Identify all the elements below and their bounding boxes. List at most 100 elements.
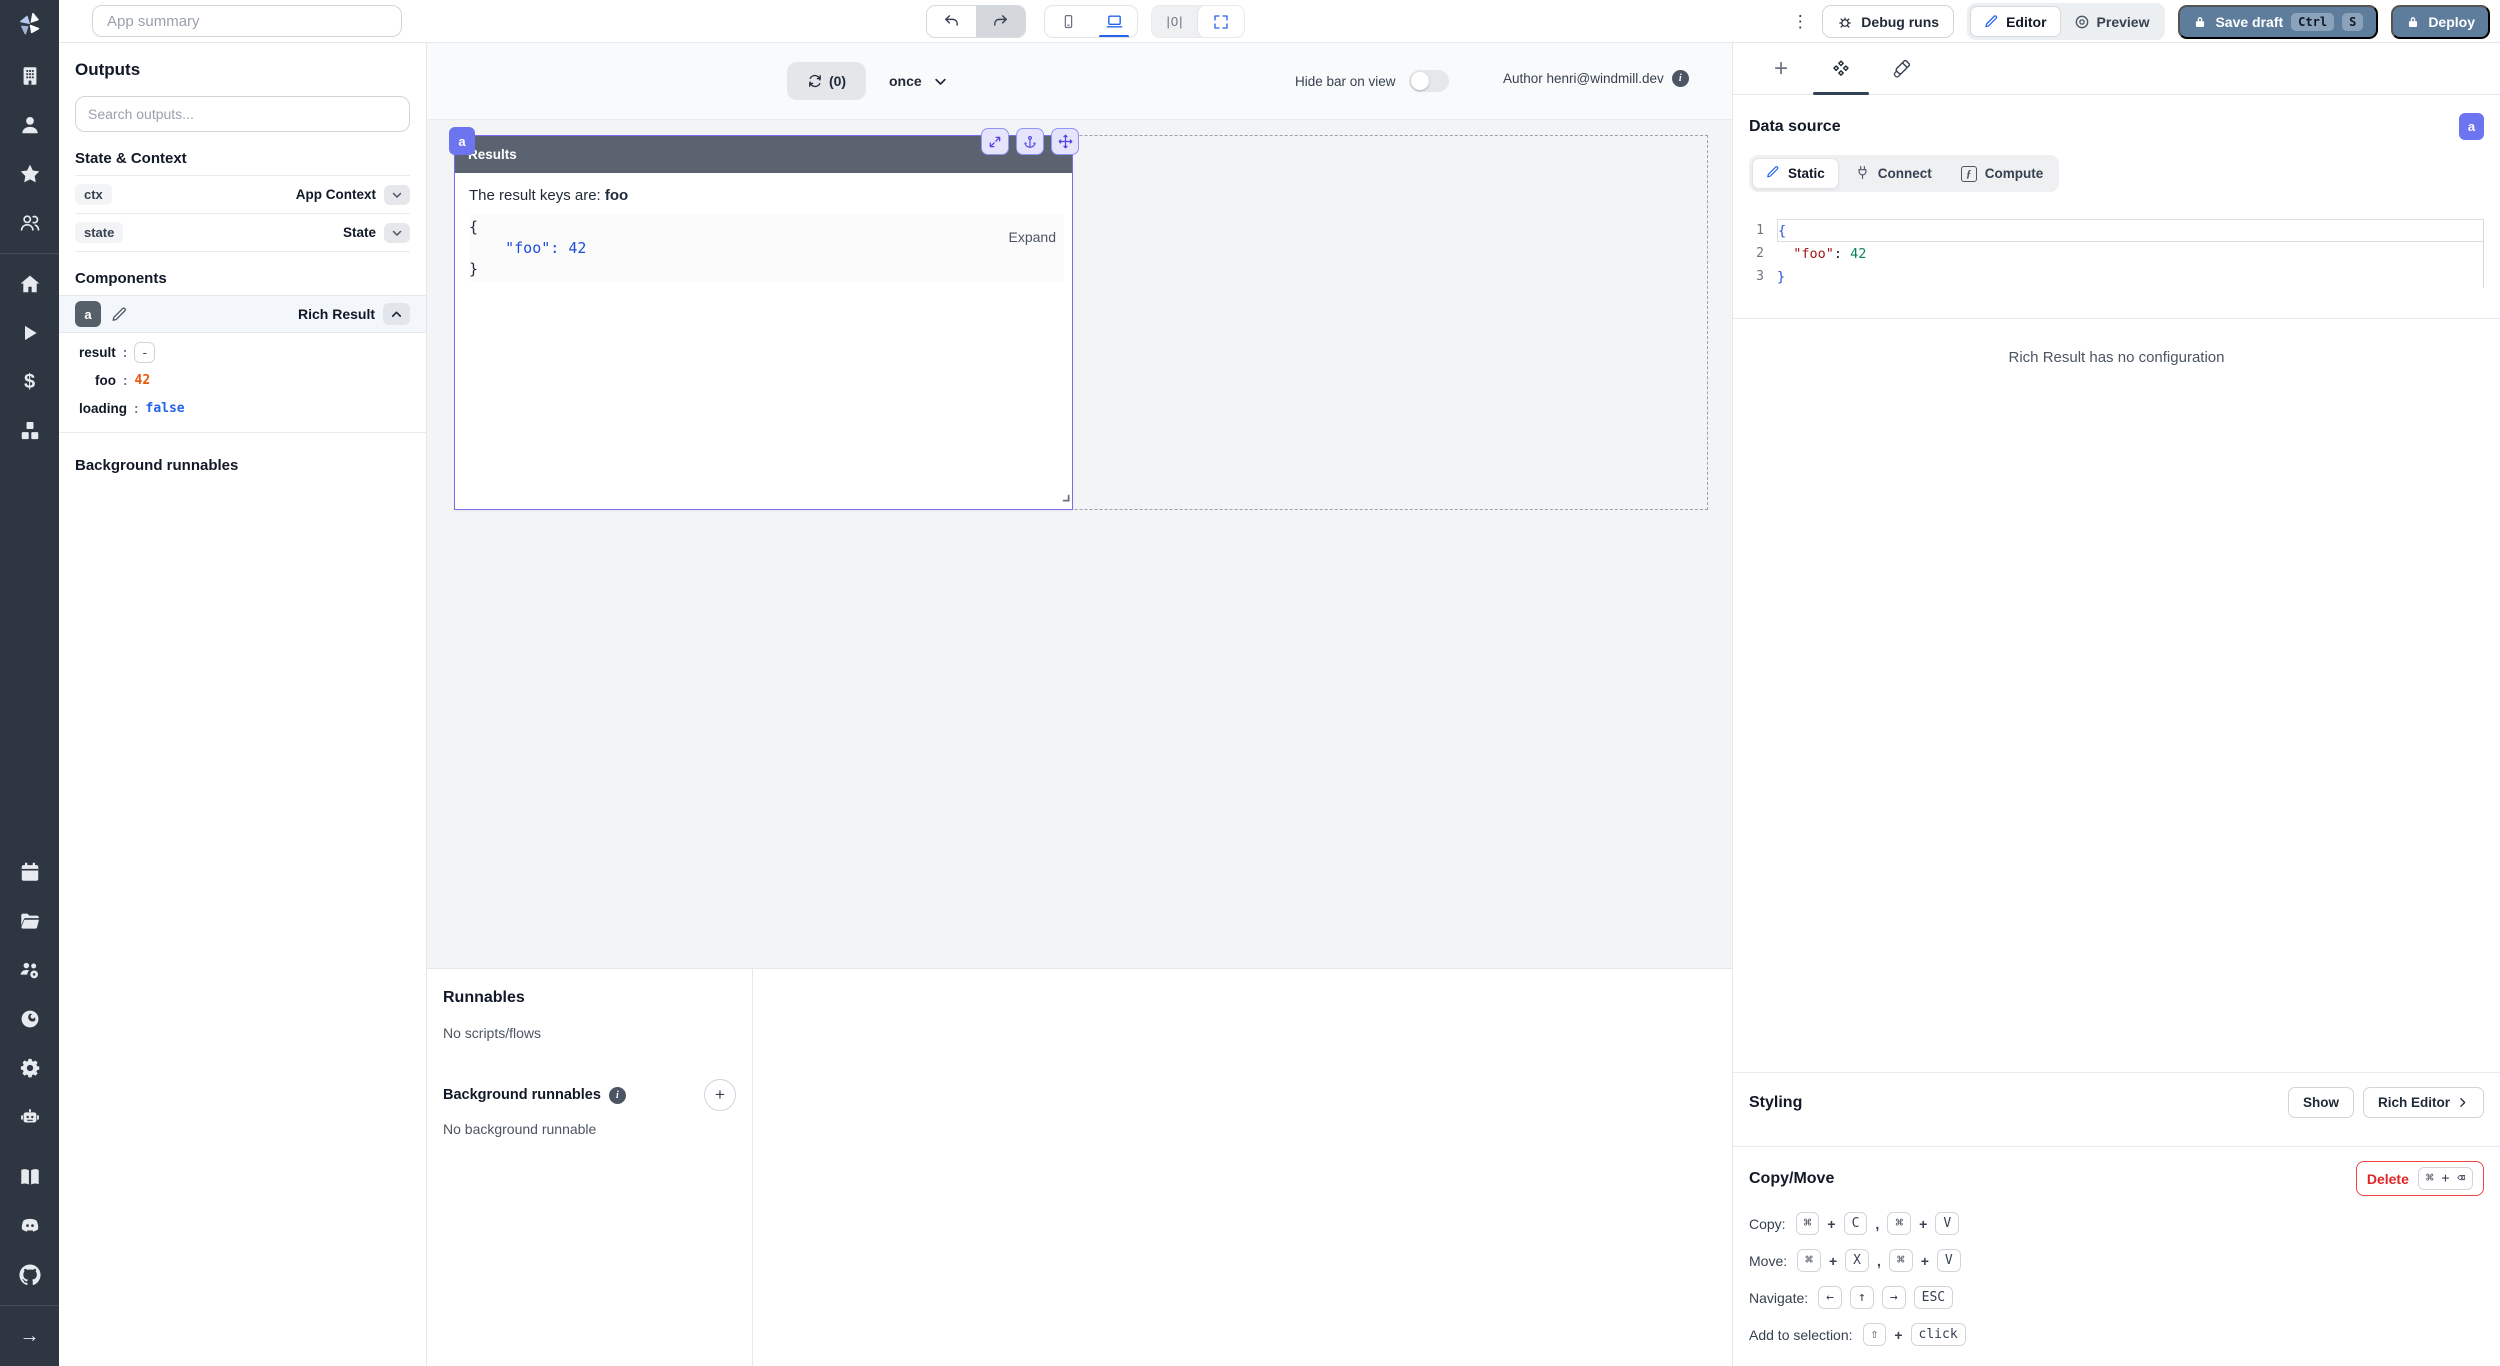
tree-row-foo[interactable]: foo:42 — [79, 366, 410, 394]
tab-editor[interactable]: Editor — [1970, 6, 2060, 37]
deploy-button[interactable]: Deploy — [2391, 5, 2490, 39]
sidebar-folders-folder-icon[interactable] — [17, 908, 43, 934]
collapse-node-button[interactable]: - — [134, 342, 155, 363]
anchor-component-button[interactable] — [1016, 128, 1044, 155]
sidebar-audit-logs-eye-icon[interactable] — [17, 1006, 43, 1032]
result-card-header[interactable]: Results — [455, 136, 1072, 173]
rail-group-0 — [0, 46, 59, 253]
expand-context-button[interactable] — [384, 223, 410, 243]
plus-icon: + — [1774, 57, 1788, 81]
kbd-key: ⌘ — [1889, 1249, 1913, 1272]
runnables-title: Runnables — [443, 989, 736, 1007]
copy-move-section: Copy/Move Delete ⌘ + ⌫ Copy:⌘+C,⌘+VMove:… — [1733, 1146, 2500, 1366]
rich-result-component[interactable]: a Results The result keys are: — [454, 135, 1073, 510]
app-summary-input[interactable] — [92, 5, 402, 37]
more-menu-button[interactable]: ⋮ — [1791, 12, 1809, 32]
run-mode-dropdown[interactable]: once — [889, 62, 948, 100]
line-content: { — [1777, 219, 2484, 242]
reset-position-button[interactable]: |0| — [1152, 5, 1198, 38]
sidebar-schedules-calendar-icon[interactable] — [17, 859, 43, 885]
editor-line-3[interactable]: 3} — [1749, 265, 2484, 288]
expand-component-button[interactable] — [981, 128, 1009, 155]
hide-bar-toggle[interactable] — [1409, 70, 1449, 92]
editor-scrollbar[interactable] — [2483, 219, 2484, 288]
sidebar-favorites-star-icon[interactable] — [17, 161, 43, 187]
sidebar-workers-worker-group-icon[interactable] — [17, 957, 43, 983]
sidebar-discord-discord-icon[interactable] — [17, 1213, 43, 1239]
collapse-component-button[interactable] — [383, 303, 410, 325]
sidebar-runs-play-icon[interactable] — [17, 320, 43, 346]
rename-pencil-icon[interactable] — [111, 306, 128, 323]
canvas-grid[interactable]: a Results The result keys are: — [427, 120, 1732, 968]
tree-value: 42 — [135, 373, 151, 388]
fit-view-button[interactable] — [1198, 5, 1244, 38]
kbd-key: X — [1845, 1249, 1869, 1272]
deploy-label: Deploy — [2428, 14, 2475, 30]
kbd-key: ⇧ — [1863, 1323, 1887, 1346]
paintbrush-icon — [1892, 59, 1911, 78]
sidebar-workspace-building-icon[interactable] — [17, 63, 43, 89]
background-runnables-empty-text: No background runnable — [443, 1121, 736, 1137]
desktop-view-button[interactable] — [1091, 5, 1137, 38]
debug-runs-button[interactable]: Debug runs — [1822, 5, 1954, 38]
expand-context-button[interactable] — [384, 185, 410, 205]
sidebar-usage-dollar-icon[interactable]: $ — [17, 369, 43, 395]
info-icon[interactable]: i — [609, 1087, 626, 1104]
top-header-bar: |0| ⋮ Debug runs Editor Preview — [59, 0, 2500, 43]
sidebar-github-github-icon[interactable] — [17, 1262, 43, 1288]
tab-global-styling[interactable] — [1871, 43, 1931, 94]
json-code-editor[interactable]: 1{2 "foo": 423} — [1749, 219, 2484, 288]
components-icon — [1831, 59, 1851, 79]
editor-line-2[interactable]: 2 "foo": 42 — [1749, 242, 2484, 265]
component-row-a[interactable]: a Rich Result — [59, 295, 426, 333]
pencil-icon — [1984, 14, 1999, 29]
redo-button[interactable] — [976, 5, 1025, 38]
sidebar-ai-bot-icon[interactable] — [17, 1104, 43, 1130]
sidebar-home-home-icon[interactable] — [17, 271, 43, 297]
context-row-state[interactable]: stateState — [75, 213, 410, 251]
tab-insert-component[interactable]: + — [1751, 43, 1811, 94]
expand-json-link[interactable]: Expand — [1009, 229, 1056, 245]
styling-show-button[interactable]: Show — [2288, 1087, 2354, 1118]
resize-handle-icon[interactable] — [1059, 489, 1070, 507]
info-icon[interactable]: i — [1672, 70, 1689, 87]
refresh-count-button[interactable]: (0) — [787, 62, 866, 100]
source-tab-connect[interactable]: Connect — [1842, 158, 1945, 189]
kbd-key: click — [1911, 1323, 1966, 1346]
shortcut-label: Move: — [1749, 1253, 1787, 1269]
sidebar-resources-boxes-icon[interactable] — [17, 418, 43, 444]
source-tab-compute[interactable]: ƒCompute — [1948, 158, 2057, 189]
hide-bar-control: Hide bar on view — [1295, 70, 1449, 92]
editor-line-1[interactable]: 1{ — [1749, 219, 2484, 242]
delete-component-button[interactable]: Delete ⌘ + ⌫ — [2356, 1161, 2484, 1196]
context-type-label: App Context — [296, 187, 376, 202]
kbd-key: ESC — [1914, 1286, 1953, 1309]
tree-row-loading[interactable]: loading:false — [79, 394, 410, 422]
chevron-down-icon — [933, 74, 948, 89]
sidebar-expand-sidebar-arrow-right-icon[interactable]: → — [17, 1323, 43, 1349]
kbd-key: ← — [1818, 1286, 1842, 1309]
rich-editor-button[interactable]: Rich Editor — [2363, 1087, 2484, 1118]
lock-icon — [2406, 15, 2420, 29]
save-draft-label: Save draft — [2215, 14, 2283, 30]
tree-row-result[interactable]: result:- — [79, 338, 410, 366]
sidebar-groups-users-icon[interactable] — [17, 210, 43, 236]
move-component-button[interactable] — [1051, 128, 1079, 155]
debug-runs-label: Debug runs — [1861, 14, 1939, 30]
sidebar-settings-gear-icon[interactable] — [17, 1055, 43, 1081]
sidebar-docs-book-icon[interactable] — [17, 1164, 43, 1190]
mobile-view-button[interactable] — [1045, 5, 1091, 38]
tab-preview[interactable]: Preview — [2061, 6, 2163, 37]
search-outputs-input[interactable] — [75, 96, 410, 132]
app-canvas: (0) once Hide bar on view Author henri@w… — [427, 43, 1732, 968]
run-mode-value: once — [889, 73, 922, 89]
windmill-logo-icon[interactable] — [0, 0, 59, 46]
background-runnables-row: Background runnables i + — [443, 1079, 736, 1111]
sidebar-user-user-icon[interactable] — [17, 112, 43, 138]
source-tab-static[interactable]: Static — [1752, 158, 1839, 189]
undo-button[interactable] — [927, 5, 976, 38]
save-draft-button[interactable]: Save draft Ctrl S — [2178, 5, 2378, 39]
tab-component-settings[interactable] — [1811, 43, 1871, 94]
add-background-runnable-button[interactable]: + — [704, 1079, 736, 1111]
context-row-ctx[interactable]: ctxApp Context — [75, 175, 410, 213]
